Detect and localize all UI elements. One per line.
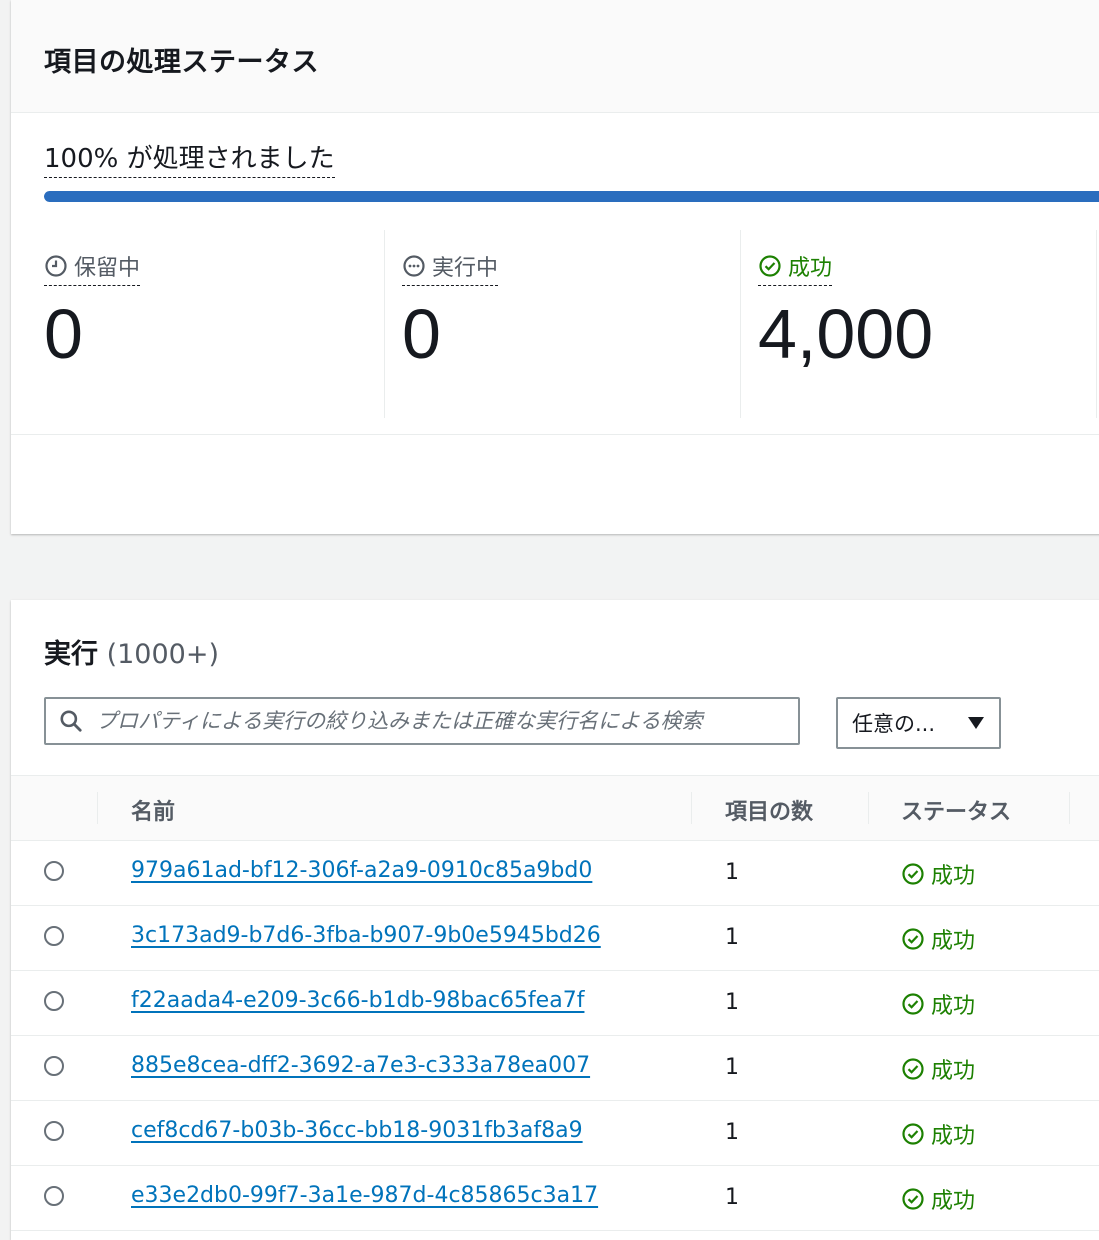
metric-success-text: 成功 xyxy=(788,256,833,281)
progress-bar xyxy=(44,191,1099,202)
metric-pending-text: 保留中 xyxy=(74,256,141,281)
status-panel-header: 項目の処理ステータス xyxy=(11,0,1099,113)
row-status: 成功 xyxy=(901,1118,975,1150)
row-item-count: 1 xyxy=(725,925,739,950)
table-row: 3c173ad9-b7d6-3fba-b907-9b0e5945bd26 1 成… xyxy=(11,905,1099,971)
row-status: 成功 xyxy=(901,1183,975,1215)
row-status-text: 成功 xyxy=(931,1124,976,1149)
search-input[interactable] xyxy=(94,708,798,734)
item-processing-status-panel: 項目の処理ステータス 100% が処理されました 保留中 0 実行中 0 成功 … xyxy=(11,0,1099,534)
metric-pending: 保留中 0 xyxy=(44,230,384,418)
metric-success-value: 4,000 xyxy=(758,295,934,373)
column-separator xyxy=(1069,792,1070,824)
progress-label[interactable]: 100% が処理されました xyxy=(44,138,335,178)
row-status-text: 成功 xyxy=(931,1189,976,1214)
execution-name-link[interactable]: 979a61ad-bf12-306f-a2a9-0910c85a9bd0 xyxy=(131,858,592,883)
row-item-count: 1 xyxy=(725,1055,739,1080)
metric-success: 成功 4,000 xyxy=(740,230,1097,418)
row-select-radio[interactable] xyxy=(44,926,64,946)
row-status: 成功 xyxy=(901,923,975,955)
metric-running-text: 実行中 xyxy=(432,256,499,281)
status-panel-divider xyxy=(11,434,1099,435)
executions-title: 実行 (1000+) xyxy=(44,632,219,671)
check-circle-icon xyxy=(902,1123,924,1145)
progress-bar-fill xyxy=(44,191,1099,202)
executions-title-text: 実行 xyxy=(44,639,98,670)
row-status: 成功 xyxy=(901,988,975,1020)
column-header-item-count[interactable]: 項目の数 xyxy=(725,794,813,826)
caret-down-icon xyxy=(968,717,984,729)
executions-count: (1000+) xyxy=(106,639,219,670)
filter-select-value: 任意の... xyxy=(852,712,936,736)
column-header-name[interactable]: 名前 xyxy=(131,794,175,826)
metric-running-value: 0 xyxy=(402,295,441,373)
table-row: e33e2db0-99f7-3a1e-987d-4c85865c3a17 1 成… xyxy=(11,1165,1099,1231)
column-separator xyxy=(97,792,98,824)
row-select-radio[interactable] xyxy=(44,991,64,1011)
row-item-count: 1 xyxy=(725,1185,739,1210)
row-status-text: 成功 xyxy=(931,929,976,954)
search-icon xyxy=(58,708,84,734)
check-circle-icon xyxy=(902,1058,924,1080)
row-item-count: 1 xyxy=(725,1120,739,1145)
execution-name-link[interactable]: 3c173ad9-b7d6-3fba-b907-9b0e5945bd26 xyxy=(131,923,601,948)
table-header: 名前 項目の数 ステータス xyxy=(11,775,1099,841)
row-status-text: 成功 xyxy=(931,1059,976,1084)
search-box[interactable] xyxy=(44,697,800,745)
metric-pending-value: 0 xyxy=(44,295,83,373)
row-status: 成功 xyxy=(901,858,975,890)
filter-select[interactable]: 任意の... xyxy=(836,697,1001,749)
metric-pending-label[interactable]: 保留中 xyxy=(44,250,141,286)
column-separator xyxy=(691,792,692,824)
table-row: f22aada4-e209-3c66-b1db-98bac65fea7f 1 成… xyxy=(11,970,1099,1036)
row-status-text: 成功 xyxy=(931,864,976,889)
table-row: 885e8cea-dff2-3692-a7e3-c333a78ea007 1 成… xyxy=(11,1035,1099,1101)
row-item-count: 1 xyxy=(725,990,739,1015)
check-circle-icon xyxy=(759,255,781,277)
execution-name-link[interactable]: 885e8cea-dff2-3692-a7e3-c333a78ea007 xyxy=(131,1053,590,1078)
row-select-radio[interactable] xyxy=(44,861,64,881)
metric-running-label[interactable]: 実行中 xyxy=(402,250,499,286)
column-header-status[interactable]: ステータス xyxy=(901,794,1011,826)
check-circle-icon xyxy=(902,928,924,950)
table-row: 979a61ad-bf12-306f-a2a9-0910c85a9bd0 1 成… xyxy=(11,840,1099,906)
execution-name-link[interactable]: e33e2db0-99f7-3a1e-987d-4c85865c3a17 xyxy=(131,1183,598,1208)
execution-name-link[interactable]: f22aada4-e209-3c66-b1db-98bac65fea7f xyxy=(131,988,584,1013)
ellipsis-circle-icon xyxy=(403,255,425,277)
row-select-radio[interactable] xyxy=(44,1121,64,1141)
clock-icon xyxy=(45,255,67,277)
column-separator xyxy=(868,792,869,824)
check-circle-icon xyxy=(902,993,924,1015)
check-circle-icon xyxy=(902,1188,924,1210)
metric-success-label[interactable]: 成功 xyxy=(758,250,833,286)
executions-panel: 実行 (1000+) 任意の... 名前 項目の数 ステータス 979a61ad… xyxy=(11,600,1099,1240)
row-status-text: 成功 xyxy=(931,994,976,1019)
status-panel-title: 項目の処理ステータス xyxy=(44,47,319,78)
row-item-count: 1 xyxy=(725,860,739,885)
row-status: 成功 xyxy=(901,1053,975,1085)
execution-name-link[interactable]: cef8cd67-b03b-36cc-bb18-9031fb3af8a9 xyxy=(131,1118,583,1143)
metric-running: 実行中 0 xyxy=(384,230,741,418)
table-row: cef8cd67-b03b-36cc-bb18-9031fb3af8a9 1 成… xyxy=(11,1100,1099,1166)
check-circle-icon xyxy=(902,863,924,885)
row-select-radio[interactable] xyxy=(44,1186,64,1206)
row-select-radio[interactable] xyxy=(44,1056,64,1076)
